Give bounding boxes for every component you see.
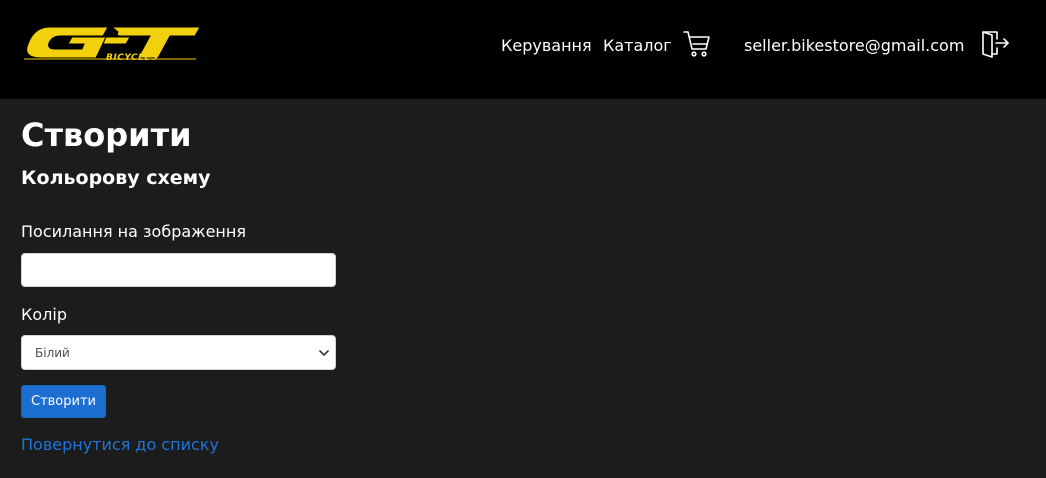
logo-subtext: BICYCLES xyxy=(106,53,158,63)
nav-link-manage[interactable]: Керування xyxy=(501,36,592,56)
create-button[interactable]: Створити xyxy=(21,385,106,418)
gt-bicycles-logo[interactable]: BICYCLES xyxy=(20,24,202,66)
color-select[interactable]: Білий xyxy=(21,335,336,370)
logout-icon-graphic xyxy=(982,31,1009,58)
navbar: BICYCLES Керування Каталог seller.bikest… xyxy=(0,0,1046,99)
nav-link-catalog[interactable]: Каталог xyxy=(603,36,672,56)
back-to-list-link[interactable]: Повернутися до списку xyxy=(21,435,219,455)
chevron-down-icon xyxy=(319,350,329,356)
cart-icon[interactable] xyxy=(682,29,712,59)
user-email[interactable]: seller.bikestore@gmail.com xyxy=(744,36,964,56)
cart-icon-graphic xyxy=(683,31,710,57)
page-subtitle: Кольорову схему xyxy=(21,167,211,189)
color-select-value: Білий xyxy=(35,346,70,360)
color-label: Колір xyxy=(21,305,67,324)
image-link-input[interactable] xyxy=(21,253,336,287)
image-link-label: Посилання на зображення xyxy=(21,222,246,241)
page-title: Створити xyxy=(21,116,192,154)
logout-icon[interactable] xyxy=(980,29,1010,59)
